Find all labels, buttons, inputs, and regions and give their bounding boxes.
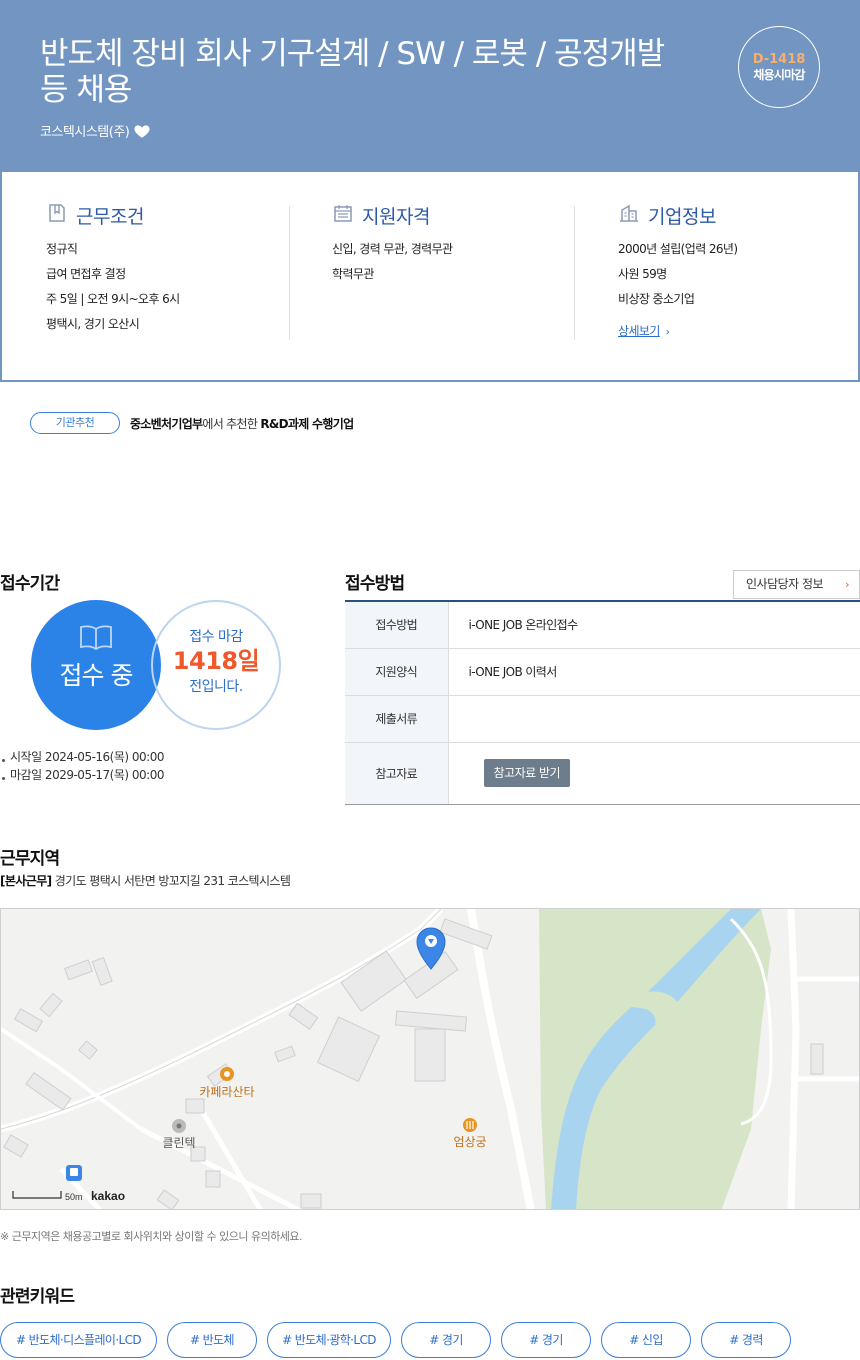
keyword-list: # 반도체·디스플레이·LCD # 반도체 # 반도체·광학·LCD # 경기 … xyxy=(0,1322,791,1358)
row-key: 지원양식 xyxy=(345,648,449,696)
qualifications-heading: 지원자격 xyxy=(332,202,452,229)
location-title: 근무지역 xyxy=(0,849,60,869)
poi-label[interactable]: 클린텍 xyxy=(162,1136,195,1150)
deadline-days: 1418일 xyxy=(172,647,260,675)
start-date: 시작일 2024-05-16(목) 00:00 xyxy=(0,748,164,766)
company-detail-link[interactable]: 상세보기 › xyxy=(618,322,670,339)
address-text: 경기도 평택시 서탄면 방꼬지길 231 코스텍시스템 xyxy=(51,874,291,888)
company-info-item: 2000년 설립(업력 26년) xyxy=(618,242,738,256)
document-icon xyxy=(46,202,68,229)
work-conditions: 근무조건 정규직 급여 면접후 결정 주 5일 | 오전 9시~오후 6시 평택… xyxy=(46,202,180,337)
work-item: 평택시, 경기 오산시 xyxy=(46,317,140,331)
dday-label: 채용시마감 xyxy=(753,68,805,82)
work-conditions-title: 근무조건 xyxy=(76,206,144,228)
map-canvas[interactable]: 카페라산타 클린텍 엄상궁 50m kakao xyxy=(1,909,860,1210)
table-row: 제출서류 xyxy=(345,695,860,743)
deadline-line3: 전입니다. xyxy=(189,679,243,695)
work-item: 정규직 xyxy=(46,242,78,256)
address-tag: [본사근무] xyxy=(0,874,52,888)
chevron-right-icon: › xyxy=(845,578,849,591)
period-title: 접수기간 xyxy=(0,574,60,594)
dday-count: D-1418 xyxy=(752,52,806,67)
address: [본사근무] 경기도 평택시 서탄면 방꼬지길 231 코스텍시스템 xyxy=(0,872,291,889)
company-detail-label: 상세보기 xyxy=(618,324,660,338)
agency-recommendation: 기관추천 중소벤처기업부에서 추천한 R&D과제 수행기업 xyxy=(30,412,354,434)
qualification-item: 신입, 경력 무관, 경력무관 xyxy=(332,242,453,256)
qualifications: 지원자격 신입, 경력 무관, 경력무관 학력무관 xyxy=(332,202,453,287)
keywords-title: 관련키워드 xyxy=(0,1287,75,1307)
agency-mid: 에서 추천한 xyxy=(202,416,261,431)
work-item: 급여 면접후 결정 xyxy=(46,267,126,281)
company-info-item: 비상장 중소기업 xyxy=(618,292,695,306)
work-item: 주 5일 | 오전 9시~오후 6시 xyxy=(46,292,180,306)
agency-badge: 기관추천 xyxy=(30,412,120,434)
download-reference-button[interactable]: 참고자료 받기 xyxy=(483,759,571,787)
hr-contact-button[interactable]: 인사담당자 정보 › xyxy=(733,570,860,599)
job-summary-panel: 근무조건 정규직 급여 면접후 결정 주 5일 | 오전 9시~오후 6시 평택… xyxy=(0,172,860,382)
company-name[interactable]: 코스텍시스템(주) xyxy=(40,121,130,140)
book-icon xyxy=(31,624,161,654)
deadline-circle: 접수 마감 1418일 전입니다. xyxy=(151,600,281,730)
poi-label[interactable]: 카페라산타 xyxy=(199,1085,254,1099)
row-value xyxy=(448,695,860,743)
keyword-tag[interactable]: # 경기 xyxy=(501,1322,591,1358)
table-row: 참고자료 참고자료 받기 xyxy=(345,742,860,805)
location-note: ※ 근무지역은 채용공고별로 회사위치와 상이할 수 있으니 유의하세요. xyxy=(0,1230,303,1243)
keyword-tag[interactable]: # 경력 xyxy=(701,1322,791,1358)
building-icon xyxy=(618,202,640,229)
chevron-right-icon: › xyxy=(665,327,670,338)
keyword-tag[interactable]: # 반도체 xyxy=(167,1322,257,1358)
method-table: 접수방법 i-ONE JOB 온라인접수 지원양식 i-ONE JOB 이력서 … xyxy=(345,600,860,805)
method-title: 접수방법 xyxy=(345,574,405,594)
table-row: 지원양식 i-ONE JOB 이력서 xyxy=(345,648,860,696)
map-scale-label: 50m xyxy=(65,1192,83,1202)
deadline-line1: 접수 마감 xyxy=(189,629,243,645)
job-title: 반도체 장비 회사 기구설계 / SW / 로봇 / 공정개발 등 채용 xyxy=(40,36,665,108)
row-key: 제출서류 xyxy=(345,695,449,743)
agency-org: 중소벤처기업부 xyxy=(130,416,203,431)
company-info: 기업정보 2000년 설립(업력 26년) 사원 59명 비상장 중소기업 상세… xyxy=(618,202,738,339)
map-view[interactable]: 카페라산타 클린텍 엄상궁 50m kakao xyxy=(0,908,860,1210)
job-header: 반도체 장비 회사 기구설계 / SW / 로봇 / 공정개발 등 채용 코스텍… xyxy=(0,0,860,172)
calendar-icon xyxy=(332,202,354,229)
keyword-tag[interactable]: # 신입 xyxy=(601,1322,691,1358)
company-info-item: 사원 59명 xyxy=(618,267,667,281)
column-divider xyxy=(289,206,290,340)
end-date: 마감일 2029-05-17(목) 00:00 xyxy=(0,766,164,784)
heart-icon[interactable] xyxy=(133,122,151,140)
keyword-tag[interactable]: # 반도체·광학·LCD xyxy=(267,1322,391,1358)
company-info-heading: 기업정보 xyxy=(618,202,737,229)
work-conditions-heading: 근무조건 xyxy=(46,202,180,229)
poi-label[interactable]: 엄상궁 xyxy=(453,1135,486,1149)
hr-contact-label: 인사담당자 정보 xyxy=(746,577,824,591)
period-dates: 시작일 2024-05-16(목) 00:00 마감일 2029-05-17(목… xyxy=(0,748,164,784)
row-value: i-ONE JOB 온라인접수 xyxy=(448,601,860,649)
row-key: 참고자료 xyxy=(345,742,449,805)
column-divider xyxy=(574,206,575,340)
agency-target: R&D과제 수행기업 xyxy=(260,416,354,431)
agency-text: 중소벤처기업부에서 추천한 R&D과제 수행기업 xyxy=(130,415,354,432)
row-value: i-ONE JOB 이력서 xyxy=(448,648,860,696)
kakao-logo: kakao xyxy=(91,1189,125,1203)
qualification-item: 학력무관 xyxy=(332,267,374,281)
row-key: 접수방법 xyxy=(345,601,449,649)
status-circle: 접수 중 xyxy=(31,600,161,730)
table-row: 접수방법 i-ONE JOB 온라인접수 xyxy=(345,601,860,649)
status-label: 접수 중 xyxy=(59,661,134,690)
company-info-title: 기업정보 xyxy=(648,206,716,228)
dday-badge: D-1418 채용시마감 xyxy=(738,26,820,108)
company-row: 코스텍시스템(주) xyxy=(40,121,151,140)
keyword-tag[interactable]: # 반도체·디스플레이·LCD xyxy=(0,1322,157,1358)
row-value: 참고자료 받기 xyxy=(448,742,860,805)
qualifications-title: 지원자격 xyxy=(362,206,430,228)
keyword-tag[interactable]: # 경기 xyxy=(401,1322,491,1358)
